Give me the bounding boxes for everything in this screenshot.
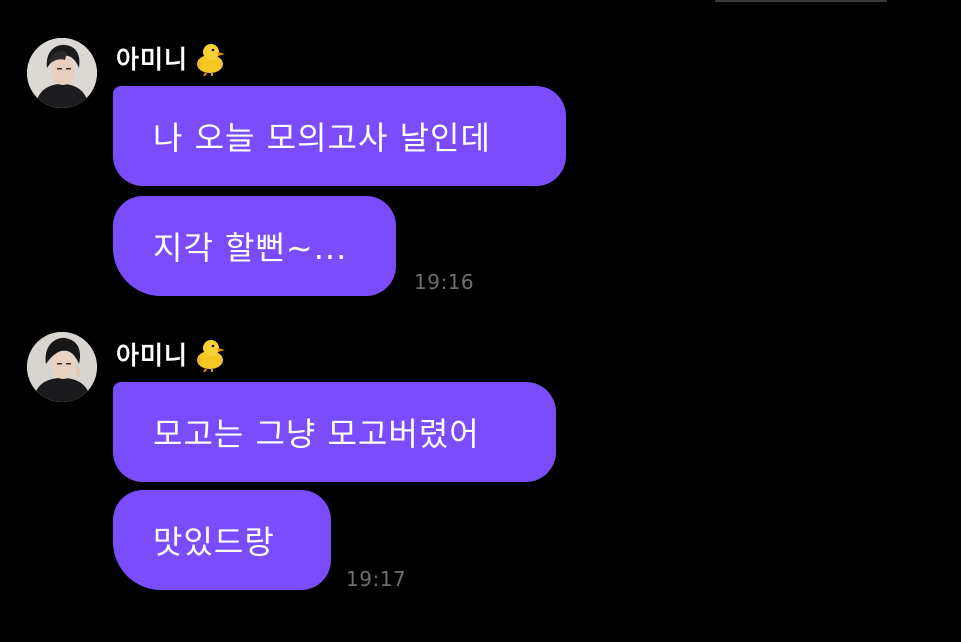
sender-name: 아미니: [116, 334, 228, 374]
message-text: 나 오늘 모의고사 날인데: [153, 119, 491, 157]
message-bubble[interactable]: 나 오늘 모의고사 날인데: [113, 86, 566, 186]
avatar[interactable]: [27, 332, 97, 402]
message-text: 맛있드랑: [153, 523, 275, 561]
message-timestamp: 19:17: [346, 567, 407, 591]
message-bubble[interactable]: 모고는 그냥 모고버렸어: [113, 382, 556, 482]
message-text: 지각 할뻔~...: [153, 229, 348, 267]
chick-icon: [192, 40, 228, 77]
sender-label: 아미니: [116, 45, 189, 74]
avatar[interactable]: [27, 38, 97, 108]
top-status-divider: [715, 0, 887, 2]
sender-label: 아미니: [116, 341, 189, 370]
sender-name: 아미니: [116, 38, 228, 78]
message-bubble[interactable]: 지각 할뻔~...: [113, 196, 396, 296]
message-timestamp: 19:16: [414, 270, 475, 294]
message-bubble[interactable]: 맛있드랑: [113, 490, 331, 590]
chick-icon: [192, 336, 228, 373]
message-text: 모고는 그냥 모고버렸어: [153, 415, 480, 453]
